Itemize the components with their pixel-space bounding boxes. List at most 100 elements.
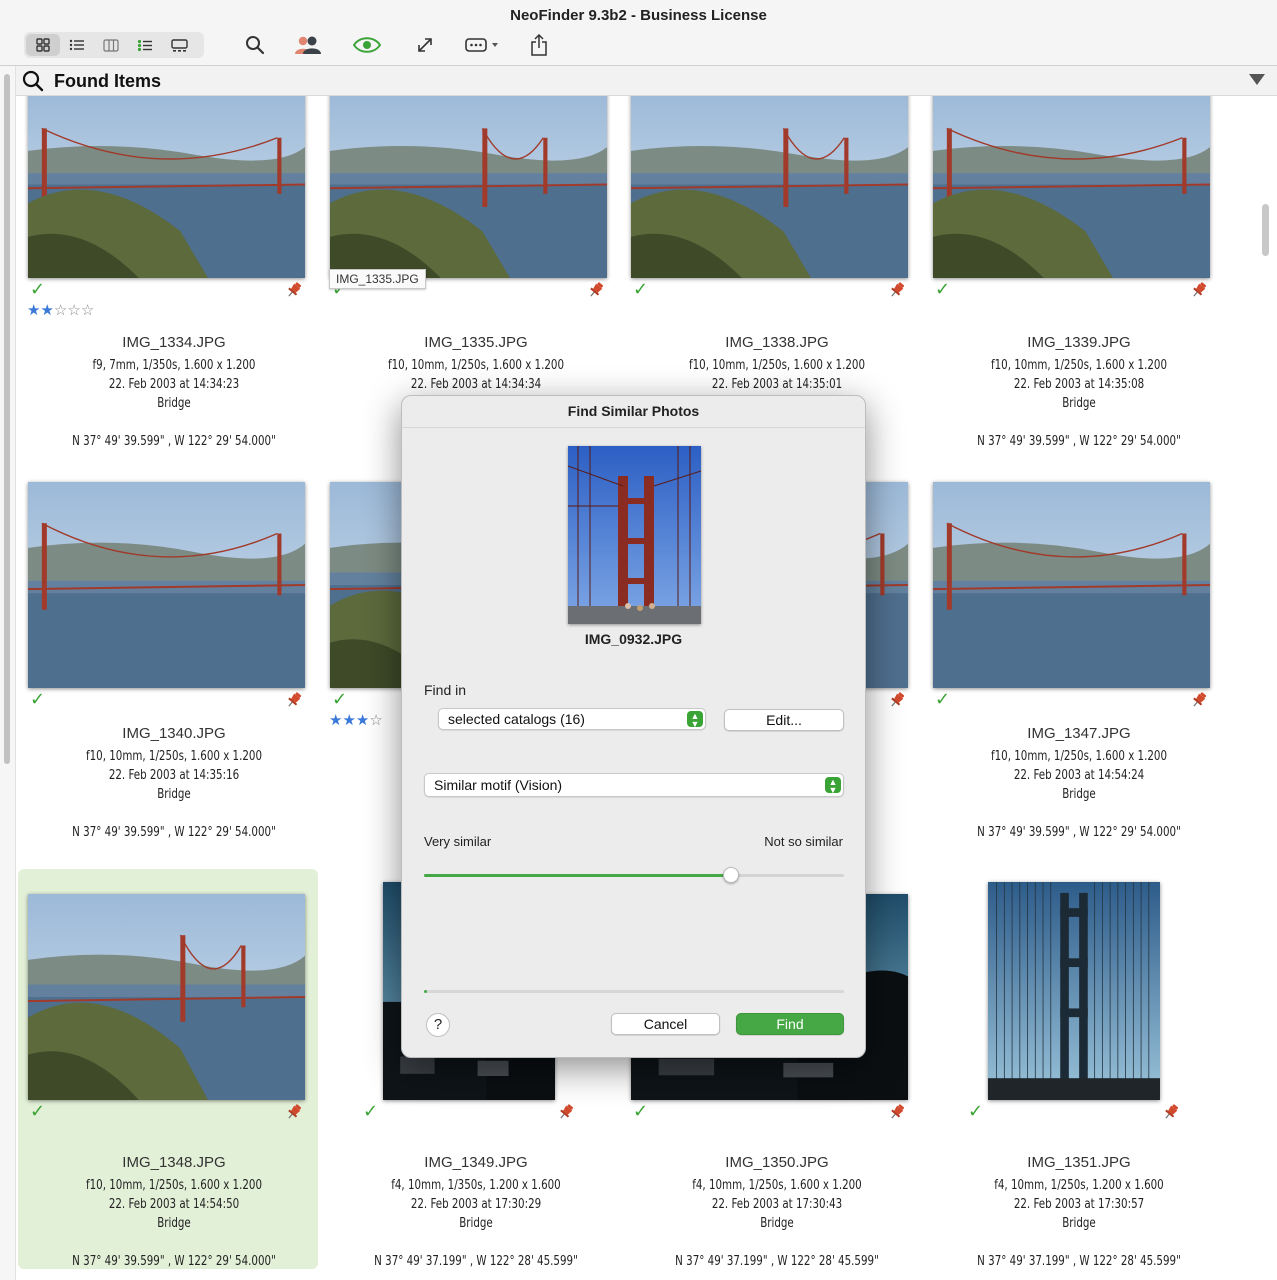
photo-thumbnail[interactable]	[631, 96, 908, 278]
photo-thumbnail[interactable]	[933, 96, 1210, 278]
photo-name: IMG_1334.JPG	[122, 334, 226, 351]
photo-date: 22. Feb 2003 at 14:34:34	[410, 377, 542, 392]
dialog-title: Find Similar Photos	[402, 396, 865, 428]
star-rating[interactable]: ★★☆☆☆	[27, 301, 94, 319]
photo-date: 22. Feb 2003 at 14:35:08	[1013, 377, 1145, 392]
photo-thumbnail[interactable]	[28, 894, 305, 1100]
photo-cell[interactable]: ✓ IMG_1348.JPG f10, 10mm, 1/250s, 1.600 x …	[18, 869, 318, 1269]
reference-photo-preview	[568, 446, 701, 624]
pin-icon[interactable]	[285, 691, 303, 714]
photo-exif: f4, 10mm, 1/250s, 1.200 x 1.600	[994, 1178, 1164, 1193]
photo-name: IMG_1349.JPG	[424, 1154, 528, 1171]
photo-gps: N 37° 49' 39.599" , W 122° 29' 54.000"	[72, 825, 276, 840]
results-title: Found Items	[54, 71, 161, 91]
results-header: Found Items	[16, 66, 1277, 96]
disclosure-triangle-icon[interactable]	[1249, 74, 1265, 85]
photo-exif: f10, 10mm, 1/250s, 1.600 x 1.200	[85, 1178, 263, 1193]
column-view-icon[interactable]	[94, 34, 128, 56]
photo-thumbnail[interactable]	[28, 482, 305, 688]
photo-thumbnail[interactable]	[933, 482, 1210, 688]
photo-cell[interactable]: ✓ IMG_1340.JPG f10, 10mm, 1/250s, 1.600 x …	[24, 482, 324, 882]
popup-stepper-icon: ▲ ▼	[687, 711, 703, 729]
photo-name: IMG_1351.JPG	[1027, 1154, 1131, 1171]
pin-icon[interactable]	[1190, 281, 1208, 304]
slider-min-label: Very similar	[424, 834, 492, 849]
pin-icon[interactable]	[285, 281, 303, 304]
checkmark-icon: ✓	[935, 689, 951, 709]
photo-thumbnail[interactable]	[330, 96, 607, 278]
view-mode-segmented-control[interactable]	[24, 32, 204, 58]
photo-label: Bridge	[1062, 396, 1096, 411]
pin-icon[interactable]	[587, 281, 605, 304]
checkmark-icon: ✓	[30, 279, 46, 299]
star-rating[interactable]: ★★★☆	[329, 711, 383, 729]
pin-icon[interactable]	[888, 281, 906, 304]
photo-date: 22. Feb 2003 at 17:30:43	[711, 1197, 843, 1212]
photo-name: IMG_1340.JPG	[122, 725, 226, 742]
photo-gps: N 37° 49' 39.599" , W 122° 29' 54.000"	[72, 1254, 276, 1269]
photo-label: Bridge	[760, 1216, 794, 1231]
photo-date: 22. Feb 2003 at 17:30:57	[1013, 1197, 1145, 1212]
photo-label: Bridge	[157, 396, 191, 411]
similarity-slider[interactable]	[424, 867, 844, 883]
expand-icon[interactable]	[414, 31, 436, 59]
search-method-popup[interactable]: Similar motif (Vision) ▲ ▼	[424, 773, 844, 797]
pin-icon[interactable]	[1190, 691, 1208, 714]
photo-gps: N 37° 49' 39.599" , W 122° 29' 54.000"	[72, 434, 276, 449]
photo-name: IMG_1350.JPG	[725, 1154, 829, 1171]
catalogs-popup[interactable]: selected catalogs (16) ▲ ▼	[438, 708, 706, 730]
photo-exif: f4, 10mm, 1/250s, 1.600 x 1.200	[692, 1178, 862, 1193]
photo-date: 22. Feb 2003 at 14:35:16	[108, 768, 240, 783]
cancel-button[interactable]: Cancel	[611, 1013, 720, 1035]
photo-date: 22. Feb 2003 at 14:34:23	[108, 377, 240, 392]
checkmark-icon: ✓	[332, 689, 348, 709]
pin-icon[interactable]	[1162, 1103, 1180, 1126]
help-button[interactable]: ?	[426, 1013, 450, 1037]
photo-gps: N 37° 49' 37.199" , W 122° 28' 45.599"	[977, 1254, 1181, 1269]
checklist-view-icon[interactable]	[128, 34, 162, 56]
photo-cell[interactable]: ✓ IMG_1351.JPG f4, 10mm, 1/250s, 1.200 x 1…	[929, 869, 1229, 1269]
sidebar-scrollbar[interactable]	[0, 66, 16, 1280]
photo-label: Bridge	[157, 1216, 191, 1231]
gallery-view-icon[interactable]	[162, 34, 196, 56]
photo-cell[interactable]: ✓ ★★☆☆☆ IMG_1334.JPG f9, 7mm, 1/350s, 1.600…	[24, 96, 324, 491]
checkmark-icon: ✓	[363, 1101, 379, 1121]
pin-icon[interactable]	[285, 1103, 303, 1126]
photo-label: Bridge	[157, 787, 191, 802]
photo-exif: f10, 10mm, 1/250s, 1.600 x 1.200	[85, 749, 263, 764]
popup-stepper-icon: ▲ ▼	[825, 777, 841, 795]
people-icon[interactable]	[292, 31, 324, 59]
photo-date: 22. Feb 2003 at 17:30:29	[410, 1197, 542, 1212]
photo-cell[interactable]: ✓ IMG_1339.JPG f10, 10mm, 1/250s, 1.600 x …	[929, 96, 1229, 491]
pin-icon[interactable]	[888, 1103, 906, 1126]
find-similar-dialog: Find Similar Photos IMG_0932.JPG Find in…	[401, 395, 866, 1058]
photo-exif: f10, 10mm, 1/250s, 1.600 x 1.200	[688, 358, 866, 373]
photo-exif: f9, 7mm, 1/350s, 1.600 x 1.200	[92, 358, 256, 373]
photo-gps: N 37° 49' 37.199" , W 122° 28' 45.599"	[374, 1254, 578, 1269]
find-button[interactable]: Find	[736, 1013, 844, 1035]
photo-thumbnail[interactable]	[28, 96, 305, 278]
grid-view-icon[interactable]	[26, 34, 60, 56]
filename-tooltip: IMG_1335.JPG	[329, 269, 426, 289]
find-in-label: Find in	[424, 682, 467, 698]
edit-button[interactable]: Edit...	[724, 709, 844, 731]
photo-thumbnail[interactable]	[988, 882, 1160, 1100]
list-view-icon[interactable]	[60, 34, 94, 56]
similarity-slider-knob[interactable]	[722, 867, 739, 883]
photo-exif: f10, 10mm, 1/250s, 1.600 x 1.200	[990, 749, 1168, 764]
photo-name: IMG_1339.JPG	[1027, 334, 1131, 351]
photo-cell[interactable]: ✓ IMG_1347.JPG f10, 10mm, 1/250s, 1.600 x …	[929, 482, 1229, 882]
search-icon[interactable]	[243, 31, 267, 59]
pin-icon[interactable]	[888, 691, 906, 714]
slider-max-label: Not so similar	[764, 834, 843, 849]
pin-icon[interactable]	[557, 1103, 575, 1126]
search-progress-bar	[424, 990, 844, 993]
more-icon[interactable]	[464, 31, 502, 59]
photo-date: 22. Feb 2003 at 14:54:24	[1013, 768, 1145, 783]
photo-name: IMG_1347.JPG	[1027, 725, 1131, 742]
share-icon[interactable]	[529, 31, 549, 59]
checkmark-icon: ✓	[935, 279, 951, 299]
checkmark-icon: ✓	[30, 1101, 46, 1121]
photo-name: IMG_1335.JPG	[424, 334, 528, 351]
eye-icon[interactable]	[352, 31, 382, 59]
